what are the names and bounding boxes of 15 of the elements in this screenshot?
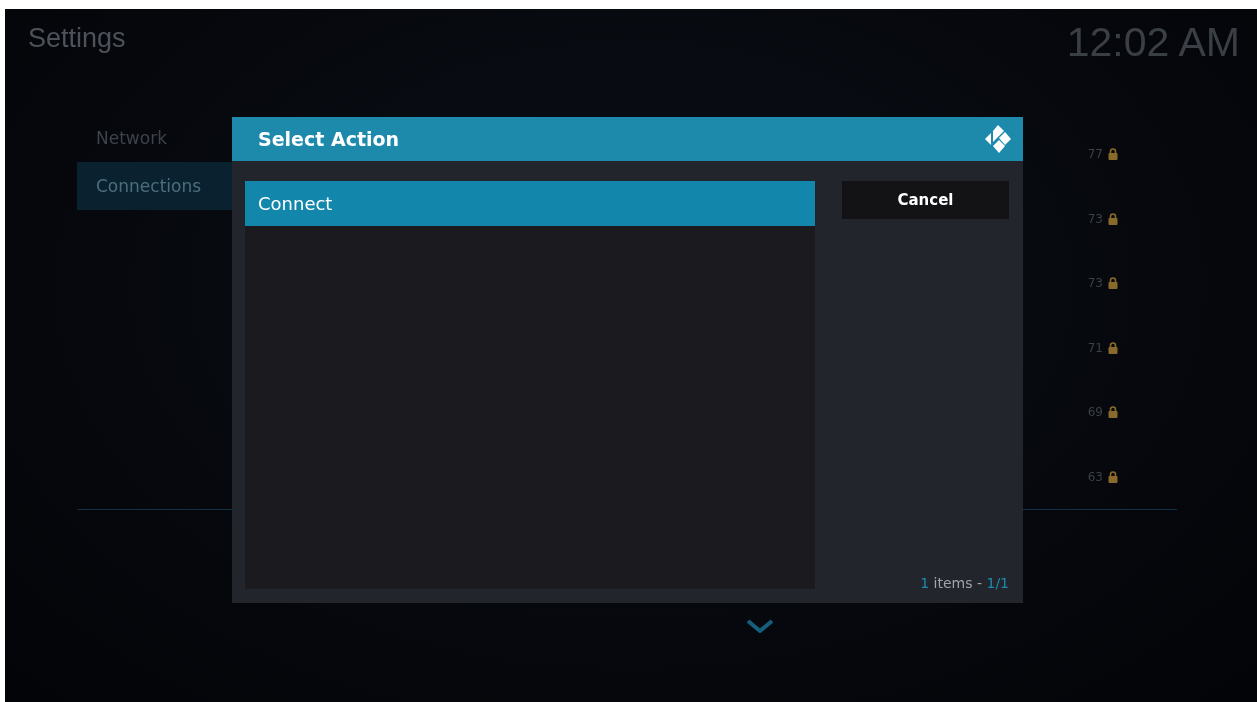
- signal-strength: 63: [1087, 469, 1103, 484]
- action-item[interactable]: Connect: [245, 181, 815, 226]
- sidebar-item[interactable]: Connections: [77, 162, 232, 210]
- signal-strength: 71: [1087, 340, 1103, 355]
- logo-icon: [985, 125, 1011, 153]
- cancel-button[interactable]: Cancel: [842, 181, 1009, 219]
- signal-strength: 73: [1087, 211, 1103, 226]
- dialog-title: Select Action: [258, 128, 400, 150]
- signal-strength: 73: [1087, 276, 1103, 291]
- clock: 12:02 AM: [1066, 19, 1240, 66]
- signal-strength: 77: [1087, 147, 1103, 162]
- signal-strength: 69: [1087, 405, 1103, 420]
- chevron-down-icon[interactable]: [746, 619, 774, 633]
- page-title: Settings: [28, 23, 126, 54]
- item-count: 1 items - 1/1: [920, 575, 1009, 591]
